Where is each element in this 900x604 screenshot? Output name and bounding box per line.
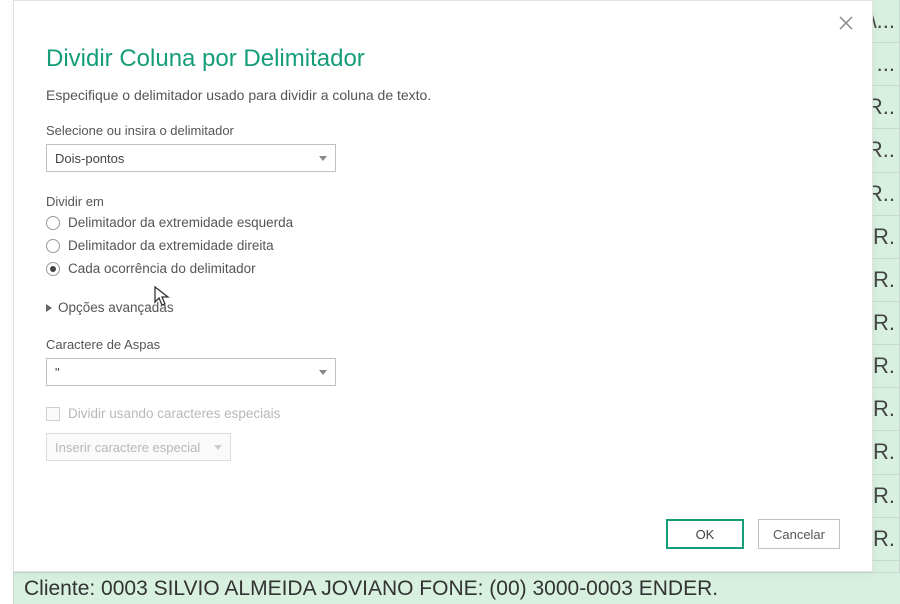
close-button[interactable]	[830, 7, 862, 39]
delimiter-selected-value: Dois-pontos	[55, 151, 124, 166]
radio-each[interactable]: Cada ocorrência do delimitador	[46, 261, 840, 276]
chevron-down-icon	[319, 370, 327, 375]
quote-char-label: Caractere de Aspas	[46, 337, 840, 352]
quote-char-selected-value: "	[55, 365, 60, 380]
chevron-down-icon	[319, 156, 327, 161]
delimiter-select[interactable]: Dois-pontos	[46, 144, 336, 172]
radio-icon	[46, 239, 60, 253]
cancel-button[interactable]: Cancelar	[758, 519, 840, 549]
advanced-options-label: Opções avançadas	[58, 300, 174, 315]
ok-button-label: OK	[696, 527, 715, 542]
insert-special-char-select: Inserir caractere especial	[46, 433, 231, 461]
delimiter-label: Selecione ou insira o delimitador	[46, 123, 840, 138]
cancel-button-label: Cancelar	[773, 527, 825, 542]
close-icon	[839, 16, 853, 30]
dialog-button-row: OK Cancelar	[666, 519, 840, 549]
spreadsheet-row-text: Cliente: 0003 SILVIO ALMEIDA JOVIANO FON…	[13, 572, 900, 604]
radio-leftmost[interactable]: Delimitador da extremidade esquerda	[46, 215, 840, 230]
split-column-dialog: Dividir Coluna por Delimitador Especifiq…	[13, 0, 873, 572]
radio-label: Cada ocorrência do delimitador	[68, 261, 256, 276]
dialog-subtitle: Especifique o delimitador usado para div…	[46, 87, 840, 103]
chevron-right-icon	[46, 304, 52, 312]
radio-icon	[46, 216, 60, 230]
quote-char-select[interactable]: "	[46, 358, 336, 386]
checkbox-icon	[46, 407, 60, 421]
radio-rightmost[interactable]: Delimitador da extremidade direita	[46, 238, 840, 253]
dialog-title: Dividir Coluna por Delimitador	[46, 45, 840, 73]
chevron-down-icon	[214, 445, 222, 450]
radio-label: Delimitador da extremidade esquerda	[68, 215, 293, 230]
ok-button[interactable]: OK	[666, 519, 744, 549]
advanced-options-expander[interactable]: Opções avançadas	[46, 300, 840, 315]
split-at-radio-group: Delimitador da extremidade esquerda Deli…	[46, 215, 840, 284]
radio-label: Delimitador da extremidade direita	[68, 238, 274, 253]
special-chars-checkbox[interactable]: Dividir usando caracteres especiais	[46, 406, 840, 421]
radio-icon	[46, 262, 60, 276]
split-at-group-label: Dividir em	[46, 194, 840, 209]
insert-special-char-label: Inserir caractere especial	[55, 440, 200, 455]
special-chars-checkbox-label: Dividir usando caracteres especiais	[68, 406, 280, 421]
